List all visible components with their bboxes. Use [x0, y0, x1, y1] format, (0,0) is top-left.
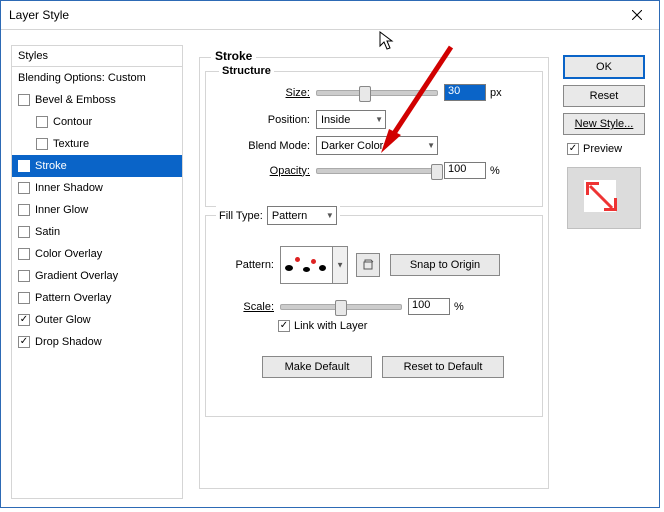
styles-item-drop-shadow[interactable]: Drop Shadow — [12, 331, 182, 353]
ok-button[interactable]: OK — [563, 55, 645, 79]
styles-item-inner-shadow[interactable]: Inner Shadow — [12, 177, 182, 199]
opacity-slider[interactable] — [316, 168, 438, 174]
styles-item-texture[interactable]: Texture — [12, 133, 182, 155]
reset-button[interactable]: Reset — [563, 85, 645, 107]
opacity-input[interactable]: 100 — [444, 162, 486, 179]
cursor-icon — [379, 31, 395, 51]
fill-fieldset: Fill Type: Pattern▼ Pattern: ▼ — [205, 215, 543, 417]
styles-panel: Styles Blending Options: Custom Bevel & … — [11, 45, 183, 499]
checkbox-texture[interactable] — [36, 138, 48, 150]
scale-input[interactable]: 100 — [408, 298, 450, 315]
size-input[interactable]: 30 — [444, 84, 486, 101]
new-style-button[interactable]: New Style... — [563, 113, 645, 135]
stroke-legend: Stroke — [211, 49, 256, 63]
checkbox-satin[interactable] — [18, 226, 30, 238]
scale-slider[interactable] — [280, 304, 402, 310]
styles-item-satin[interactable]: Satin — [12, 221, 182, 243]
styles-item-contour[interactable]: Contour — [12, 111, 182, 133]
preview-label: Preview — [583, 143, 622, 155]
close-icon — [632, 10, 642, 20]
styles-item-stroke[interactable]: Stroke — [12, 155, 182, 177]
fill-type-select[interactable]: Pattern▼ — [267, 206, 337, 225]
checkbox-bevel[interactable] — [18, 94, 30, 106]
styles-header[interactable]: Styles — [12, 46, 182, 67]
layer-style-dialog: Layer Style Styles Blending Options: Cus… — [0, 0, 660, 508]
position-select[interactable]: Inside▼ — [316, 110, 386, 129]
checkbox-outer-glow[interactable] — [18, 314, 30, 326]
new-preset-icon — [362, 259, 374, 271]
checkbox-gradient-overlay[interactable] — [18, 270, 30, 282]
pattern-label: Pattern: — [212, 259, 274, 271]
pattern-picker[interactable]: ▼ — [280, 246, 348, 284]
fill-type-label: Fill Type: — [219, 210, 263, 222]
styles-item-color-overlay[interactable]: Color Overlay — [12, 243, 182, 265]
preview-thumbnail — [567, 167, 641, 229]
blend-mode-select[interactable]: Darker Color▼ — [316, 136, 438, 155]
size-slider[interactable] — [316, 90, 438, 96]
snap-to-origin-button[interactable]: Snap to Origin — [390, 254, 500, 276]
blending-options-label: Blending Options: Custom — [18, 72, 146, 84]
checkbox-inner-glow[interactable] — [18, 204, 30, 216]
checkbox-inner-shadow[interactable] — [18, 182, 30, 194]
size-label[interactable]: Size: — [262, 87, 310, 99]
chevron-down-icon: ▼ — [375, 115, 383, 124]
size-unit: px — [490, 87, 502, 99]
checkbox-color-overlay[interactable] — [18, 248, 30, 260]
checkbox-pattern-overlay[interactable] — [18, 292, 30, 304]
styles-item-outer-glow[interactable]: Outer Glow — [12, 309, 182, 331]
scale-unit: % — [454, 301, 464, 313]
blending-options-item[interactable]: Blending Options: Custom — [12, 67, 182, 89]
chevron-down-icon: ▼ — [336, 261, 344, 270]
preview-checkbox[interactable] — [567, 143, 579, 155]
reset-to-default-button[interactable]: Reset to Default — [382, 356, 504, 378]
checkbox-stroke[interactable] — [18, 160, 30, 172]
styles-item-gradient-overlay[interactable]: Gradient Overlay — [12, 265, 182, 287]
window-title: Layer Style — [9, 8, 69, 22]
right-column: OK Reset New Style... Preview — [563, 55, 645, 229]
chevron-down-icon: ▼ — [427, 141, 435, 150]
new-preset-button[interactable] — [356, 253, 380, 277]
scale-label[interactable]: Scale: — [226, 301, 274, 313]
structure-fieldset: Size: 30 px Position: Inside▼ Blend Mode… — [205, 71, 543, 207]
checkbox-drop-shadow[interactable] — [18, 336, 30, 348]
checkbox-contour[interactable] — [36, 116, 48, 128]
opacity-unit: % — [490, 165, 500, 177]
opacity-label[interactable]: Opacity: — [246, 165, 310, 177]
position-label: Position: — [246, 114, 310, 126]
styles-item-bevel[interactable]: Bevel & Emboss — [12, 89, 182, 111]
styles-item-inner-glow[interactable]: Inner Glow — [12, 199, 182, 221]
structure-legend: Structure — [219, 65, 274, 77]
link-with-layer-label: Link with Layer — [294, 320, 367, 332]
close-button[interactable] — [615, 1, 659, 29]
styles-item-pattern-overlay[interactable]: Pattern Overlay — [12, 287, 182, 309]
link-with-layer-checkbox[interactable] — [278, 320, 290, 332]
titlebar: Layer Style — [1, 1, 659, 30]
chevron-down-icon: ▼ — [326, 211, 334, 220]
blend-mode-label: Blend Mode: — [234, 140, 310, 152]
make-default-button[interactable]: Make Default — [262, 356, 372, 378]
